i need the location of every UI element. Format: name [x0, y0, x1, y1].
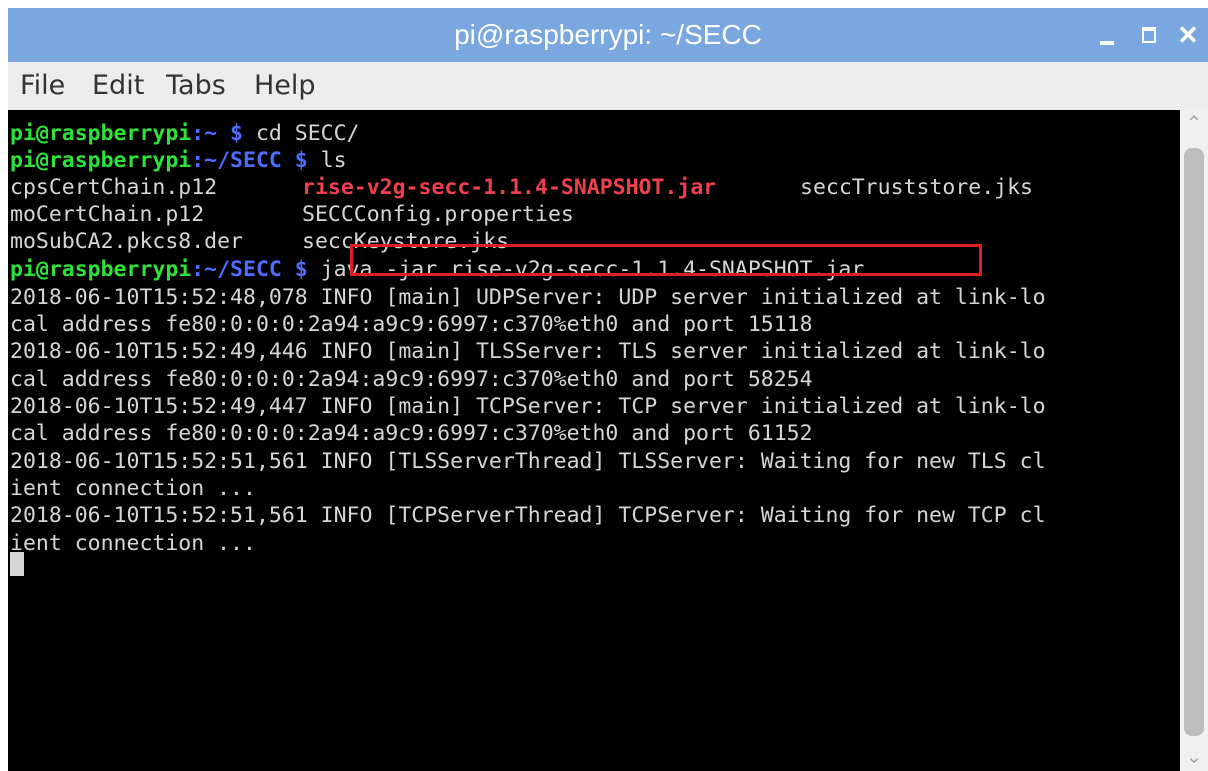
file-name: moSubCA2.pkcs8.der	[10, 229, 243, 254]
file-name: SECCConfig.properties	[302, 202, 574, 227]
minimize-icon	[1100, 41, 1114, 45]
scroll-down-icon[interactable]: ⌄	[1180, 743, 1208, 771]
prompt-path: :~/SECC $	[191, 257, 308, 282]
ls-output-row: SECCConfig.properties	[302, 201, 574, 228]
log-line: 2018-06-10T15:52:49,446 INFO [main] TLSS…	[10, 339, 1046, 364]
ls-output-row: cpsCertChain.p12	[10, 174, 217, 201]
scrollbar-thumb[interactable]	[1184, 148, 1204, 736]
log-line: 2018-06-10T15:52:48,078 INFO [main] UDPS…	[10, 285, 1046, 310]
command-text: ls	[307, 148, 347, 173]
prompt-line: pi@raspberrypi:~/SECC $ ls	[10, 147, 347, 174]
minimize-button[interactable]	[1090, 8, 1126, 62]
close-icon: ✕	[1177, 20, 1199, 50]
menu-tabs[interactable]: Tabs	[166, 62, 226, 110]
prompt-line: pi@raspberrypi:~ $ cd SECC/	[10, 120, 360, 147]
prompt-path: :~ $	[191, 121, 243, 146]
highlight-box	[350, 244, 982, 276]
command-text: cd SECC/	[243, 121, 360, 146]
log-line: 2018-06-10T15:52:49,447 INFO [main] TCPS…	[10, 394, 1046, 419]
menu-file[interactable]: File	[20, 62, 65, 110]
log-line: cal address fe80:0:0:0:2a94:a9c9:6997:c3…	[10, 312, 813, 337]
file-name: moCertChain.p12	[10, 202, 205, 227]
scroll-up-icon[interactable]: ⌃	[1180, 110, 1208, 138]
file-name: cpsCertChain.p12	[10, 175, 218, 200]
file-name: seccTruststore.jks	[800, 175, 1033, 200]
prompt-user: pi@raspberrypi	[10, 121, 192, 146]
log-line: 2018-06-10T15:52:51,561 INFO [TLSServerT…	[10, 449, 1046, 474]
menu-bar: File Edit Tabs Help	[8, 62, 1208, 110]
prompt-path: :~/SECC $	[191, 148, 308, 173]
maximize-icon	[1142, 27, 1156, 43]
log-line: cal address fe80:0:0:0:2a94:a9c9:6997:c3…	[10, 367, 813, 392]
window-title: pi@raspberrypi: ~/SECC	[454, 19, 762, 50]
vertical-scrollbar[interactable]: ⌃ ⌄	[1180, 110, 1208, 771]
terminal-window: pi@raspberrypi: ~/SECC ✕ File Edit Tabs …	[8, 8, 1208, 771]
maximize-button[interactable]	[1132, 8, 1168, 62]
ls-output-row: moSubCA2.pkcs8.der	[10, 228, 243, 255]
log-line: 2018-06-10T15:52:51,561 INFO [TCPServerT…	[10, 503, 1046, 528]
ls-output-row: moCertChain.p12	[10, 201, 204, 228]
prompt-user: pi@raspberrypi	[10, 148, 192, 173]
title-bar[interactable]: pi@raspberrypi: ~/SECC ✕	[8, 8, 1208, 62]
jar-file-name: rise-v2g-secc-1.1.4-SNAPSHOT.jar	[302, 175, 717, 200]
log-line: cal address fe80:0:0:0:2a94:a9c9:6997:c3…	[10, 421, 813, 446]
text-cursor	[10, 552, 24, 576]
menu-edit[interactable]: Edit	[92, 62, 144, 110]
ls-output-row: rise-v2g-secc-1.1.4-SNAPSHOT.jar	[302, 174, 716, 201]
menu-help[interactable]: Help	[254, 62, 316, 110]
prompt-user: pi@raspberrypi	[10, 257, 192, 282]
close-button[interactable]: ✕	[1170, 8, 1206, 62]
log-line: ient connection ...	[10, 531, 256, 556]
terminal-output[interactable]: pi@raspberrypi:~ $ cd SECC/ pi@raspberry…	[8, 110, 1180, 771]
ls-output-row: seccTruststore.jks	[800, 174, 1033, 201]
log-line: ient connection ...	[10, 476, 256, 501]
